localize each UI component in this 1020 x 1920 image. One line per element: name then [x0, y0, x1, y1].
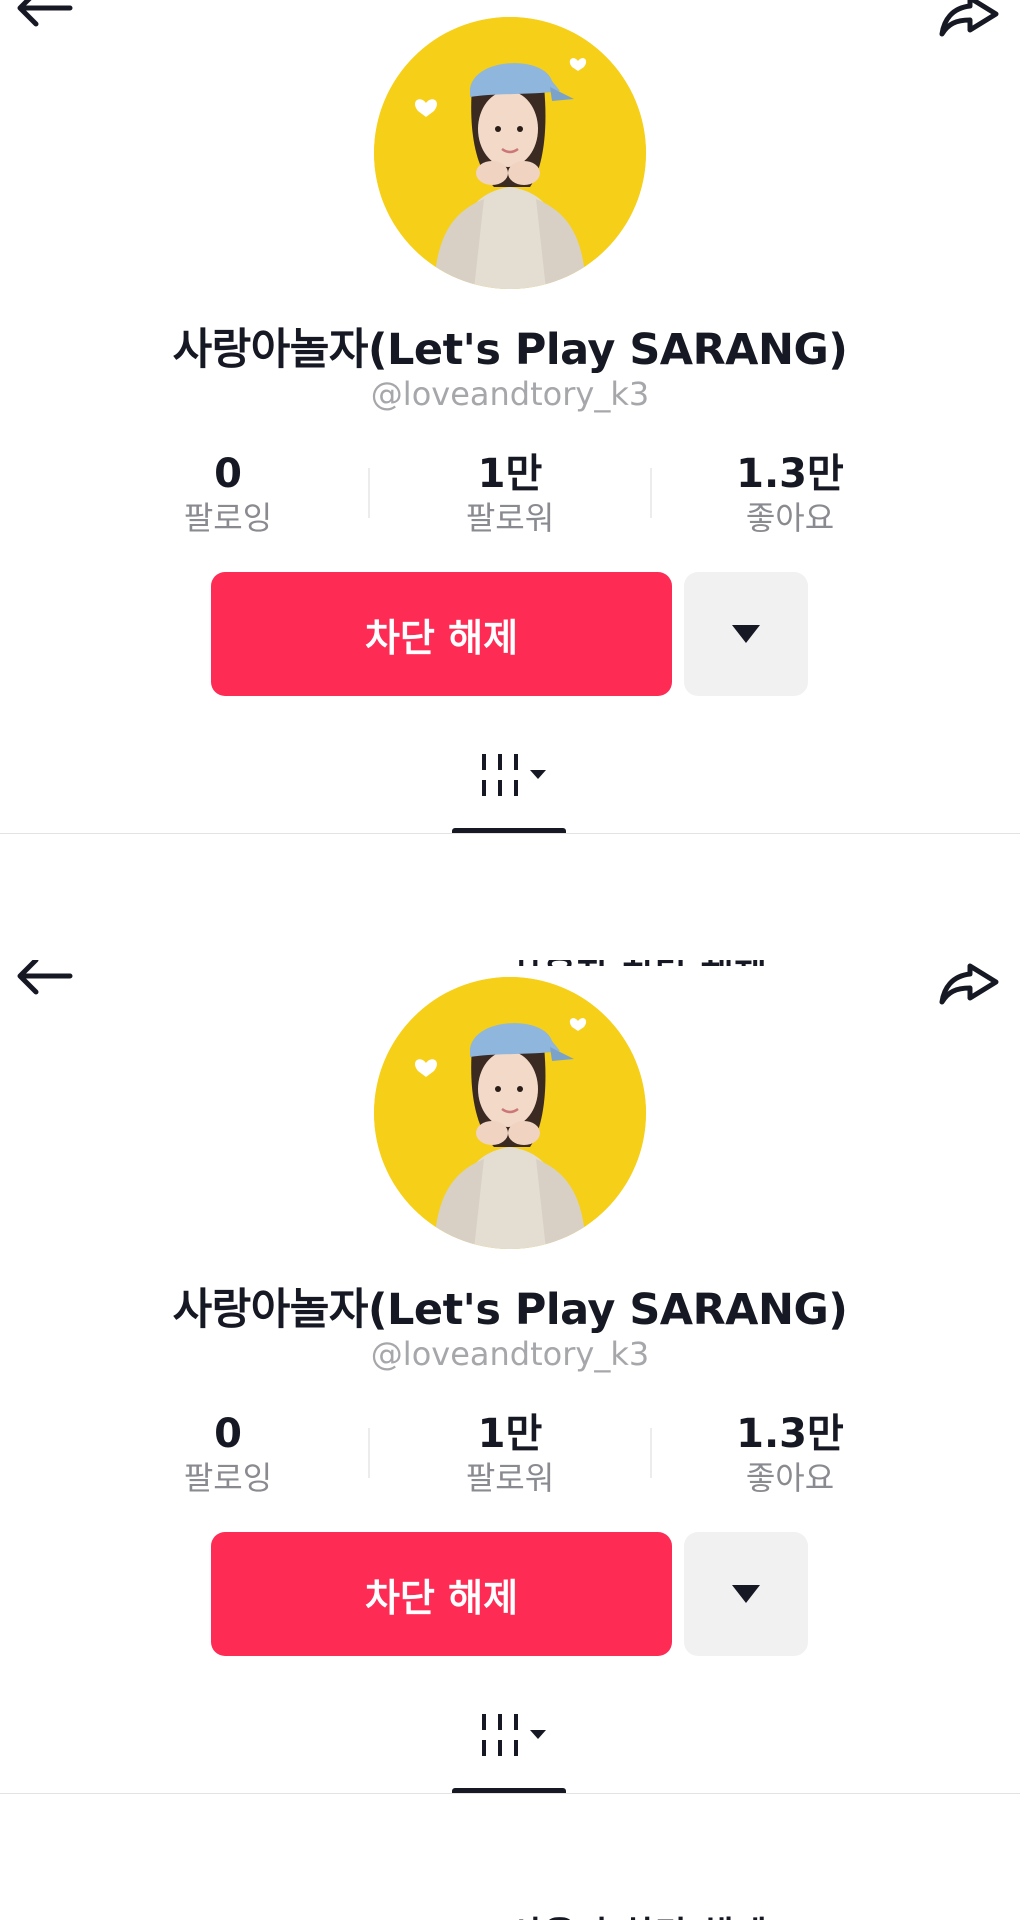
- grid-filter-icon[interactable]: [480, 752, 560, 802]
- following-count: 0: [214, 1411, 242, 1457]
- display-name: 사랑아놀자(Let's Play SARANG): [172, 325, 848, 375]
- following-count: 0: [214, 451, 242, 497]
- following-label: 팔로잉: [183, 1459, 273, 1497]
- sheet-title-clipped: 사용자 차단 해제: [510, 1906, 767, 1920]
- stat-divider: [650, 468, 652, 518]
- sheet-title-clipped: 사용자 차단 해제: [510, 960, 767, 966]
- caret-down-icon: [732, 1585, 760, 1603]
- unblock-button[interactable]: 차단 해제: [211, 1532, 672, 1656]
- back-arrow-icon[interactable]: [10, 0, 78, 32]
- profile-screen-1: 사랑아놀자(Let's Play SARANG) @loveandtory_k3…: [0, 0, 1020, 960]
- stat-following[interactable]: 0 팔로잉: [128, 1410, 328, 1498]
- likes-count: 1.3만: [736, 1411, 844, 1457]
- stat-followers[interactable]: 1만 팔로워: [410, 450, 610, 538]
- more-options-button[interactable]: [684, 572, 808, 696]
- grid-filter-icon[interactable]: [480, 1712, 560, 1762]
- stat-following[interactable]: 0 팔로잉: [128, 450, 328, 538]
- stat-followers[interactable]: 1만 팔로워: [410, 1410, 610, 1498]
- caret-down-icon: [732, 625, 760, 643]
- likes-label: 좋아요: [745, 1459, 835, 1497]
- stat-divider: [368, 1428, 370, 1478]
- username: @loveandtory_k3: [370, 375, 650, 413]
- back-arrow-icon[interactable]: [10, 960, 78, 1000]
- stat-likes[interactable]: 1.3만 좋아요: [690, 450, 890, 538]
- avatar[interactable]: [374, 17, 646, 289]
- unblock-button[interactable]: 차단 해제: [211, 572, 672, 696]
- stat-likes[interactable]: 1.3만 좋아요: [690, 1410, 890, 1498]
- share-icon[interactable]: [934, 960, 1002, 1008]
- likes-count: 1.3만: [736, 451, 844, 497]
- following-label: 팔로잉: [183, 499, 273, 537]
- stat-divider: [368, 468, 370, 518]
- profile-screen-2: 사용자 차단 해제 사랑아놀자(Let's Play SARANG) @love…: [0, 960, 1020, 1920]
- followers-label: 팔로워: [465, 1459, 555, 1497]
- more-options-button[interactable]: [684, 1532, 808, 1656]
- stat-divider: [650, 1428, 652, 1478]
- tab-divider: [0, 833, 1020, 834]
- followers-label: 팔로워: [465, 499, 555, 537]
- followers-count: 1만: [477, 1411, 543, 1457]
- likes-label: 좋아요: [745, 499, 835, 537]
- username: @loveandtory_k3: [370, 1335, 650, 1373]
- share-icon[interactable]: [934, 0, 1002, 40]
- followers-count: 1만: [477, 451, 543, 497]
- display-name: 사랑아놀자(Let's Play SARANG): [172, 1285, 848, 1335]
- tab-divider: [0, 1793, 1020, 1794]
- avatar[interactable]: [374, 977, 646, 1249]
